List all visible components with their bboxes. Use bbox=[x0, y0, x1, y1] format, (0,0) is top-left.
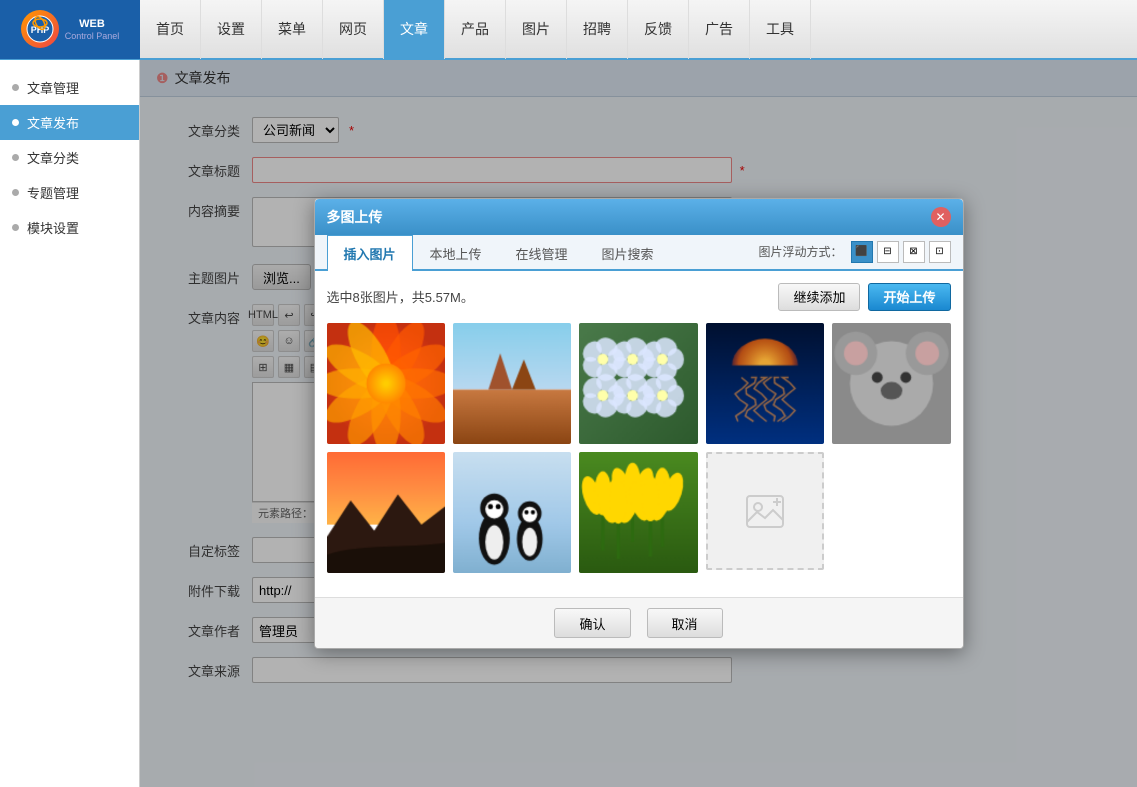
sidebar-label-article-publish: 文章发布 bbox=[27, 113, 79, 132]
sidebar-dot bbox=[12, 154, 19, 161]
continue-add-button[interactable]: 继续添加 bbox=[778, 283, 860, 311]
image-thumb-4 bbox=[706, 323, 824, 444]
image-thumb-1 bbox=[327, 323, 445, 444]
sidebar-label-topic-manage: 专题管理 bbox=[27, 183, 79, 202]
modal-footer: 确认 取消 bbox=[315, 597, 963, 648]
image-thumb-5 bbox=[832, 323, 950, 444]
modal-tab-insert[interactable]: 插入图片 bbox=[327, 235, 413, 271]
confirm-button[interactable]: 确认 bbox=[554, 608, 630, 638]
sidebar-item-module-settings[interactable]: 模块设置 bbox=[0, 210, 139, 245]
image-thumb-8 bbox=[579, 452, 697, 573]
image-thumb-7 bbox=[453, 452, 571, 573]
image-cell-3[interactable] bbox=[579, 323, 697, 444]
logo-subtitle: Control Panel bbox=[65, 31, 120, 41]
image-cell-5[interactable] bbox=[832, 323, 950, 444]
modal-title: 多图上传 bbox=[327, 207, 383, 227]
modal-tab-upload[interactable]: 本地上传 bbox=[413, 235, 499, 271]
modal-close-button[interactable]: ✕ bbox=[931, 207, 951, 227]
modal-header: 多图上传 ✕ bbox=[315, 199, 963, 235]
image-cell-7[interactable] bbox=[453, 452, 571, 573]
nav-menu: 首页 设置 菜单 网页 文章 产品 图片 招聘 反馈 广告 工具 bbox=[140, 0, 811, 59]
sidebar: 文章管理 文章发布 文章分类 专题管理 模块设置 bbox=[0, 60, 140, 787]
float-btn-large[interactable]: ⊡ bbox=[929, 241, 951, 263]
nav-item-article[interactable]: 文章 bbox=[384, 0, 445, 59]
sidebar-label-module-settings: 模块设置 bbox=[27, 218, 79, 237]
nav-item-tool[interactable]: 工具 bbox=[750, 0, 811, 59]
sidebar-item-article-manage[interactable]: 文章管理 bbox=[0, 70, 139, 105]
modal-body: 选中8张图片，共5.57M。 继续添加 开始上传 bbox=[315, 271, 963, 598]
image-cell-6[interactable] bbox=[327, 452, 445, 573]
sidebar-dot bbox=[12, 84, 19, 91]
nav-item-image[interactable]: 图片 bbox=[506, 0, 567, 59]
multi-upload-modal: 多图上传 ✕ 插入图片 本地上传 在线管理 图片搜索 图片浮动方式： ⬛ ⊟ bbox=[314, 198, 964, 650]
modal-tab-search[interactable]: 图片搜索 bbox=[585, 235, 671, 271]
image-cell-4[interactable] bbox=[706, 323, 824, 444]
float-btn-small[interactable]: ⊟ bbox=[877, 241, 899, 263]
image-placeholder bbox=[706, 452, 824, 570]
start-upload-button[interactable]: 开始上传 bbox=[868, 283, 950, 311]
images-grid bbox=[327, 323, 951, 574]
sidebar-label-article-manage: 文章管理 bbox=[27, 78, 79, 97]
top-navigation: PHP WEB Control Panel 首页 设置 菜单 网页 文章 产品 … bbox=[0, 0, 1137, 60]
float-mode-toolbar: 图片浮动方式： ⬛ ⊟ ⊠ ⊡ bbox=[746, 235, 962, 269]
sidebar-dot bbox=[12, 189, 19, 196]
image-cell-1[interactable] bbox=[327, 323, 445, 444]
logo: PHP WEB Control Panel bbox=[0, 0, 140, 59]
main-layout: 文章管理 文章发布 文章分类 专题管理 模块设置 ❶ 文章发布 文 bbox=[0, 60, 1137, 787]
image-cell-8[interactable] bbox=[579, 452, 697, 573]
image-cell-placeholder[interactable] bbox=[706, 452, 824, 573]
sidebar-item-article-publish[interactable]: 文章发布 bbox=[0, 105, 139, 140]
nav-item-webpage[interactable]: 网页 bbox=[323, 0, 384, 59]
nav-item-menu[interactable]: 菜单 bbox=[262, 0, 323, 59]
float-btn-block[interactable]: ⬛ bbox=[851, 241, 873, 263]
float-label: 图片浮动方式： bbox=[758, 243, 842, 260]
image-thumb-3 bbox=[579, 323, 697, 444]
logo-title: WEB bbox=[65, 17, 120, 31]
sidebar-label-article-category: 文章分类 bbox=[27, 148, 79, 167]
main-content: ❶ 文章发布 文章分类 公司新闻 * 文章标题 * bbox=[140, 60, 1137, 787]
image-thumb-6 bbox=[327, 452, 445, 573]
modal-tab-online[interactable]: 在线管理 bbox=[499, 235, 585, 271]
cancel-button[interactable]: 取消 bbox=[647, 608, 723, 638]
float-btn-medium[interactable]: ⊠ bbox=[903, 241, 925, 263]
modal-overlay: 多图上传 ✕ 插入图片 本地上传 在线管理 图片搜索 图片浮动方式： ⬛ ⊟ bbox=[140, 60, 1137, 787]
image-thumb-2 bbox=[453, 323, 571, 444]
sidebar-dot bbox=[12, 224, 19, 231]
sidebar-item-topic-manage[interactable]: 专题管理 bbox=[0, 175, 139, 210]
nav-item-feedback[interactable]: 反馈 bbox=[628, 0, 689, 59]
info-row: 选中8张图片，共5.57M。 继续添加 开始上传 bbox=[327, 283, 951, 311]
modal-tabs: 插入图片 本地上传 在线管理 图片搜索 bbox=[315, 235, 683, 269]
nav-item-ad[interactable]: 广告 bbox=[689, 0, 750, 59]
image-cell-2[interactable] bbox=[453, 323, 571, 444]
sidebar-dot-active bbox=[12, 119, 19, 126]
sidebar-item-article-category[interactable]: 文章分类 bbox=[0, 140, 139, 175]
nav-item-product[interactable]: 产品 bbox=[445, 0, 506, 59]
nav-item-home[interactable]: 首页 bbox=[140, 0, 201, 59]
logo-icon: PHP bbox=[21, 10, 59, 48]
selected-info: 选中8张图片，共5.57M。 bbox=[327, 287, 474, 306]
nav-item-recruit[interactable]: 招聘 bbox=[567, 0, 628, 59]
nav-item-settings[interactable]: 设置 bbox=[201, 0, 262, 59]
